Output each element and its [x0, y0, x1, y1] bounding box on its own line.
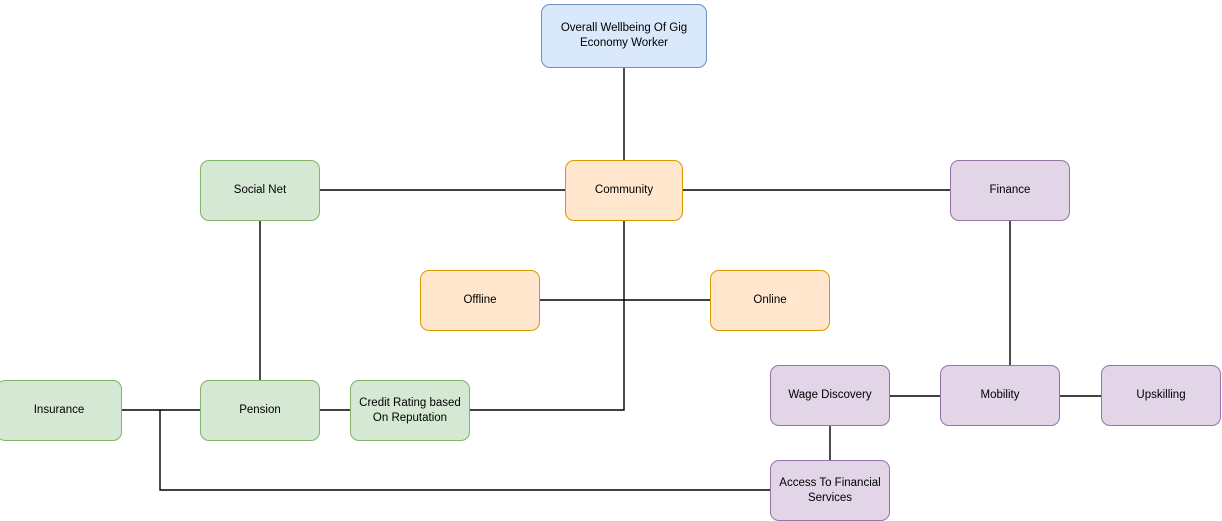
node-label-wage-discovery: Wage Discovery	[788, 389, 872, 401]
node-online[interactable]: Online	[710, 270, 830, 331]
node-label-finance: Finance	[989, 184, 1031, 196]
diagram-canvas: Overall Wellbeing Of Gig Economy Worker S…	[0, 0, 1222, 521]
node-offline[interactable]: Offline	[420, 270, 540, 331]
node-label-upskilling: Upskilling	[1136, 389, 1186, 401]
node-wage-discovery[interactable]: Wage Discovery	[770, 365, 890, 426]
node-access-financial-services[interactable]: Access To Financial Services	[770, 460, 890, 521]
node-label-credit-rating: Credit Rating based On Reputation	[359, 396, 461, 424]
node-insurance[interactable]: Insurance	[0, 380, 122, 441]
node-label-offline: Offline	[463, 294, 497, 306]
node-finance[interactable]: Finance	[950, 160, 1070, 221]
node-community[interactable]: Community	[565, 160, 683, 221]
node-label-community: Community	[594, 184, 654, 196]
node-upskilling[interactable]: Upskilling	[1101, 365, 1221, 426]
node-pension[interactable]: Pension	[200, 380, 320, 441]
node-label-online: Online	[753, 294, 787, 306]
node-label-access-financial-services: Access To Financial Services	[779, 476, 881, 504]
node-label-pension: Pension	[239, 404, 281, 416]
node-mobility[interactable]: Mobility	[940, 365, 1060, 426]
node-label-social-net: Social Net	[233, 184, 287, 196]
node-label-insurance: Insurance	[33, 404, 85, 416]
node-credit-rating[interactable]: Credit Rating based On Reputation	[350, 380, 470, 441]
edge-layer	[121, 67, 1102, 491]
node-overall-wellbeing[interactable]: Overall Wellbeing Of Gig Economy Worker	[541, 4, 707, 68]
node-social-net[interactable]: Social Net	[200, 160, 320, 221]
node-label-overall-wellbeing: Overall Wellbeing Of Gig Economy Worker	[560, 22, 688, 49]
node-label-mobility: Mobility	[980, 389, 1020, 401]
